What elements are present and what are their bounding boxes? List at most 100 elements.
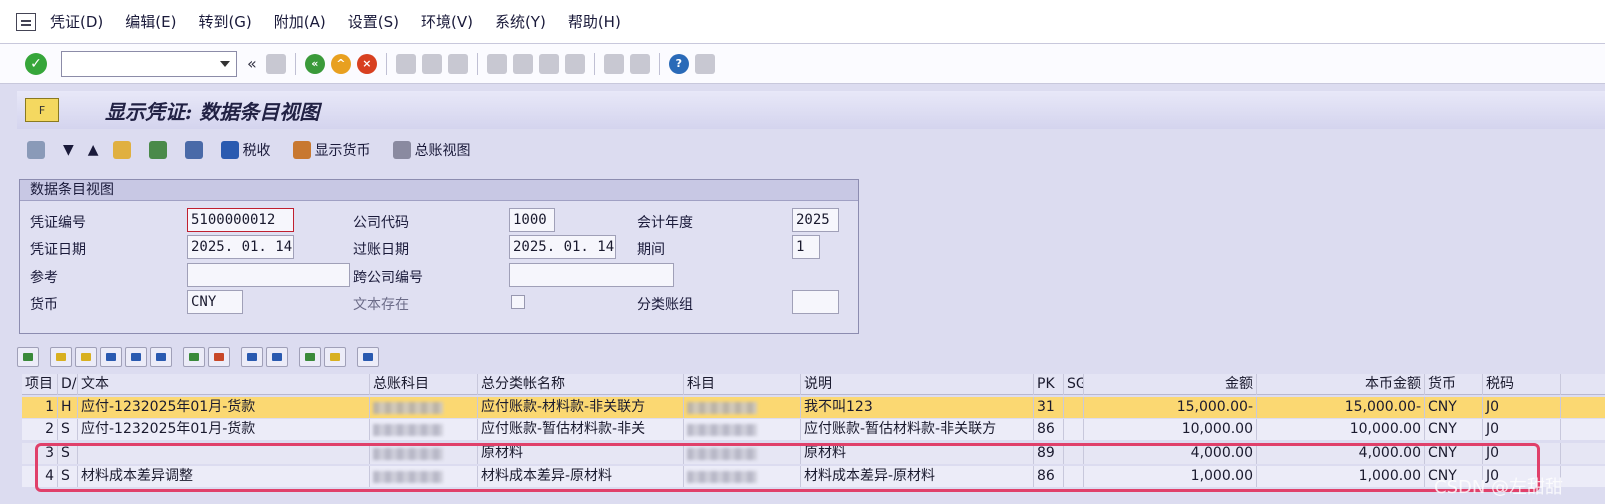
menu-extras[interactable]: 附加(A) [274, 11, 326, 32]
sort-descending-icon[interactable] [75, 347, 97, 367]
account-cell [684, 419, 801, 440]
tax-button[interactable]: 税收 [220, 140, 271, 160]
layout-menu-icon[interactable] [694, 53, 715, 74]
menu-icon[interactable] [16, 12, 36, 31]
print-preview-icon[interactable] [241, 347, 263, 367]
tax-code-cell: J0 [1483, 443, 1561, 464]
account-cell [684, 397, 801, 418]
collapse-icon[interactable]: « [247, 54, 257, 73]
gl-view-button[interactable]: 总账视图 [392, 140, 471, 160]
period-field[interactable]: 1 [792, 235, 820, 259]
sg-cell [1064, 443, 1084, 464]
description-cell: 原材料 [801, 443, 1034, 464]
enter-check-icon[interactable]: ✓ [25, 52, 47, 75]
ledger-group-label: 分类账组 [637, 297, 693, 313]
redacted-mask [687, 424, 757, 436]
table-row[interactable]: 4 S 材料成本差异调整 材料成本差异-原材料 材料成本差异-原材料 86 1,… [22, 466, 1605, 487]
subtotal-icon[interactable] [208, 347, 230, 367]
column-header[interactable]: PK [1034, 374, 1064, 395]
save-icon[interactable] [265, 53, 286, 74]
column-header[interactable]: 金额 [1084, 374, 1257, 395]
text-exists-label: 文本存在 [353, 297, 409, 313]
doc-no-field[interactable]: 5100000012 [187, 208, 294, 232]
find-next-icon[interactable] [447, 53, 468, 74]
next-page-icon[interactable] [538, 53, 559, 74]
watermark: CSDN @左甜甜 [1434, 477, 1564, 498]
cancel-icon[interactable]: × [356, 53, 377, 74]
sum-icon[interactable] [183, 347, 205, 367]
ledger-group-field[interactable] [792, 290, 839, 314]
column-header[interactable]: 总账科目 [370, 374, 478, 395]
command-dropdown-icon[interactable] [220, 60, 230, 67]
menu-help[interactable]: 帮助(H) [568, 11, 621, 32]
cross-company-field[interactable] [509, 263, 674, 287]
previous-page-icon[interactable] [512, 53, 533, 74]
text-exists-checkbox[interactable] [511, 295, 525, 309]
table-row[interactable]: 2 S 应付-1232025年01月-货款 应付账款-暂估材料款-非关 应付账款… [22, 419, 1605, 440]
export-icon[interactable] [299, 347, 321, 367]
fiscal-year-field[interactable]: 2025 [792, 208, 839, 232]
command-field[interactable] [61, 50, 237, 77]
column-header[interactable]: 本币金额 [1257, 374, 1425, 395]
column-header[interactable]: 税码 [1483, 374, 1561, 395]
help-icon[interactable]: ? [668, 53, 689, 74]
hat-button[interactable] [184, 141, 207, 159]
toolbar-separator [294, 52, 296, 75]
last-page-icon[interactable] [564, 53, 585, 74]
reference-field[interactable] [187, 263, 350, 287]
transaction-icon[interactable]: F [25, 98, 59, 122]
up-button[interactable]: ▲ [88, 142, 99, 158]
details-icon[interactable] [17, 347, 39, 367]
filter-icon[interactable] [150, 347, 172, 367]
doc-date-field[interactable]: 2025. 01. 14 [187, 235, 294, 259]
gl-name-cell: 原材料 [478, 443, 684, 464]
table-row[interactable]: 1 H 应付-1232025年01月-货款 应付账款-材料款-非关联方 我不叫1… [22, 397, 1605, 418]
layout-icon[interactable] [324, 347, 346, 367]
new-session-icon[interactable] [603, 53, 624, 74]
redacted-mask [373, 448, 443, 460]
section-title: 数据条目视图 [20, 180, 858, 201]
menu-system[interactable]: 系统(Y) [495, 11, 546, 32]
column-header[interactable]: 总分类帐名称 [478, 374, 684, 395]
menu-environment[interactable]: 环境(V) [421, 11, 473, 32]
currency-field[interactable]: CNY [187, 290, 243, 314]
column-header[interactable]: 说明 [801, 374, 1034, 395]
views-icon[interactable] [266, 347, 288, 367]
column-header[interactable]: 文本 [78, 374, 370, 395]
display-currency-button[interactable]: 显示货币 [292, 140, 371, 160]
print-icon[interactable] [395, 53, 416, 74]
find-icon[interactable] [421, 53, 442, 74]
column-header[interactable]: 项目 [22, 374, 58, 395]
command-input[interactable] [62, 51, 212, 76]
table-row[interactable]: 3 S 原材料 原材料 89 4,000.00 4,000.00 CNY J0 [22, 443, 1605, 464]
display-change-button[interactable] [27, 141, 49, 159]
menu-goto[interactable]: 转到(G) [198, 11, 251, 32]
pk-cell: 86 [1034, 466, 1064, 487]
menu-edit[interactable]: 编辑(E) [125, 11, 176, 32]
alv-toolbar [17, 342, 1605, 372]
column-header[interactable]: 货币 [1425, 374, 1483, 395]
header-icon [112, 141, 131, 159]
find-icon[interactable] [100, 347, 122, 367]
posting-date-field[interactable]: 2025. 01. 14 [509, 235, 616, 259]
down-button[interactable]: ▼ [63, 142, 74, 158]
document-header-button[interactable] [112, 141, 135, 159]
exit-icon[interactable]: ^ [330, 53, 351, 74]
info-icon[interactable] [357, 347, 379, 367]
menu-settings[interactable]: 设置(S) [348, 11, 399, 32]
gl-account-cell [370, 443, 478, 464]
company-code-field[interactable]: 1000 [509, 208, 555, 232]
shortcut-icon[interactable] [629, 53, 650, 74]
company-code-label: 公司代码 [353, 215, 409, 231]
first-page-icon[interactable] [486, 53, 507, 74]
overview-button[interactable] [148, 141, 171, 159]
text-cell [78, 443, 370, 464]
column-header[interactable]: D/ [58, 374, 78, 395]
sort-ascending-icon[interactable] [50, 347, 72, 367]
column-header[interactable]: SG [1064, 374, 1084, 395]
find-next-icon[interactable] [125, 347, 147, 367]
back-icon[interactable]: « [304, 53, 325, 74]
menu-document[interactable]: 凭证(D) [50, 11, 103, 32]
column-header[interactable]: 科目 [684, 374, 801, 395]
dc-cell: S [58, 443, 78, 464]
